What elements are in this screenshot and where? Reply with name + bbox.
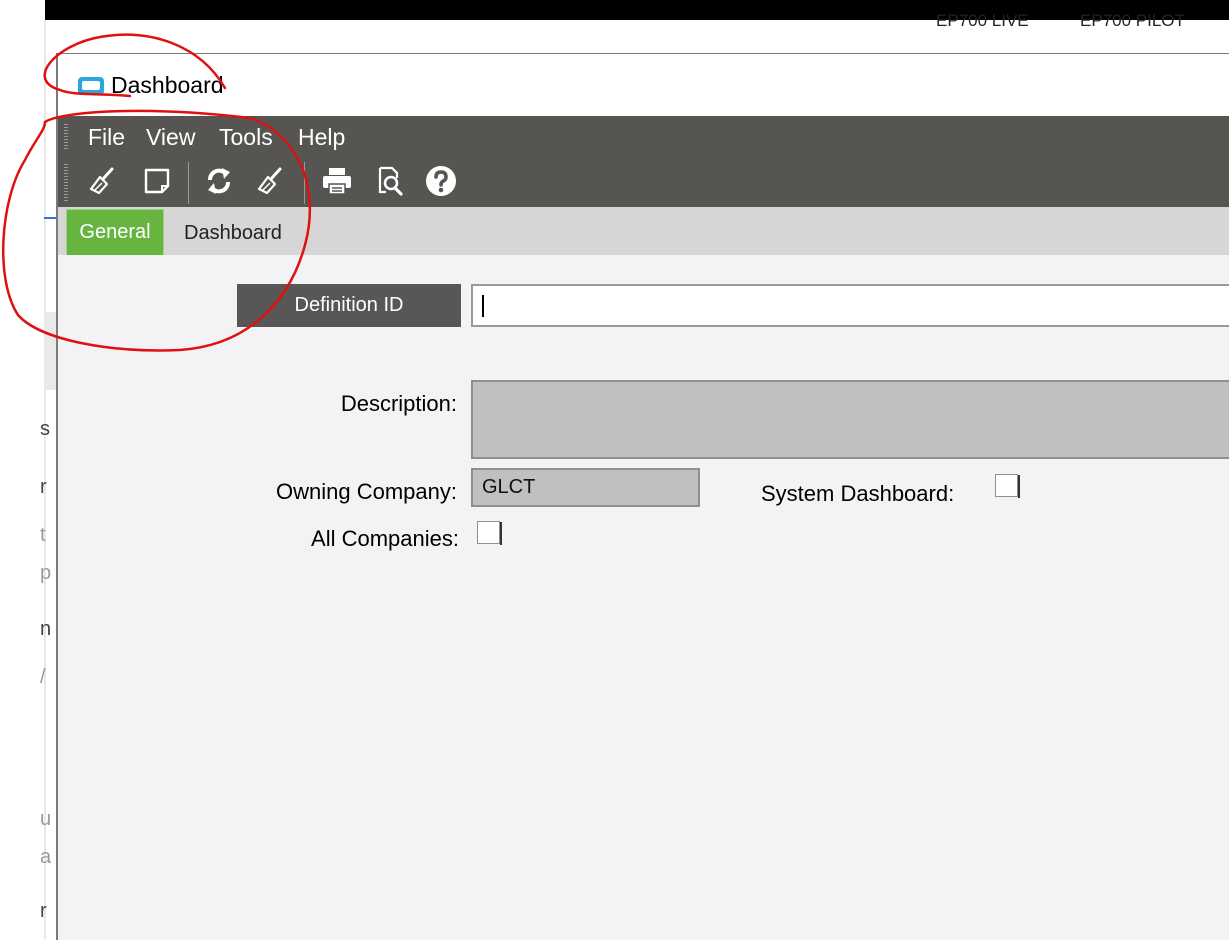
toolbar-separator [188, 162, 189, 204]
environment-tab-live[interactable]: EP700 LIVE [936, 12, 1029, 26]
print-preview-icon [378, 166, 403, 196]
all-companies-label: All Companies: [311, 526, 459, 551]
definition-id-input[interactable] [471, 284, 1229, 327]
background-text: u [40, 808, 52, 830]
refresh-icon [208, 168, 230, 194]
toolbar-grip-handle[interactable] [64, 164, 68, 202]
menu-bar: File View Tools Help [58, 116, 1229, 158]
owning-company-field: GLCT [471, 468, 700, 507]
owning-company-label: Owning Company: [276, 479, 457, 504]
tab-dashboard[interactable]: Dashboard [184, 222, 282, 245]
window-title: Dashboard [111, 72, 224, 98]
new-note-button[interactable] [140, 164, 174, 198]
clear-button[interactable] [86, 164, 120, 198]
system-dashboard-label: System Dashboard: [761, 481, 955, 506]
background-text: a [40, 846, 52, 868]
environment-tab-pilot[interactable]: EP700 PILOT [1080, 12, 1185, 26]
menu-file[interactable]: File [88, 124, 125, 151]
background-text: s [40, 418, 50, 440]
tab-general[interactable]: General [66, 209, 164, 255]
refresh-button[interactable] [202, 164, 236, 198]
background-page [0, 20, 57, 939]
text-caret [482, 295, 484, 317]
background-text: / [40, 666, 46, 688]
menu-view[interactable]: View [146, 124, 195, 151]
background-text: r [40, 476, 47, 498]
clear-all-icon [257, 167, 282, 195]
description-label: Description: [340, 391, 457, 416]
background-text: r [40, 900, 47, 922]
background-text: p [40, 562, 52, 584]
new-note-icon [144, 168, 170, 194]
tab-strip: General Dashboard [58, 207, 1229, 255]
system-dashboard-checkbox[interactable] [995, 474, 1020, 498]
menu-help[interactable]: Help [298, 124, 345, 151]
menu-tools[interactable]: Tools [219, 124, 273, 151]
help-icon [426, 166, 456, 196]
background-underline [44, 217, 56, 219]
print-button[interactable] [320, 164, 354, 198]
toolbar-area: File View Tools Help [58, 116, 1229, 207]
environment-tabs: EP700 LIVE EP700 PILOT [0, 12, 1229, 26]
all-companies-checkbox[interactable] [477, 521, 502, 545]
definition-id-lookup-button[interactable]: Definition ID [237, 284, 461, 327]
help-button[interactable] [424, 164, 458, 198]
menu-grip-handle[interactable] [64, 124, 68, 150]
print-preview-button[interactable] [372, 164, 406, 198]
print-icon [323, 168, 351, 195]
clear-icon [89, 167, 114, 195]
dashboard-window: Dashboard File View Tools Help General D… [56, 53, 1229, 940]
clear-all-button[interactable] [254, 164, 288, 198]
toolbar-separator [304, 162, 305, 204]
description-field [471, 380, 1229, 459]
window-titlebar[interactable]: Dashboard [58, 54, 1229, 116]
background-text: n [40, 618, 52, 640]
background-text: t [40, 524, 46, 546]
app-icon [78, 77, 104, 95]
icon-toolbar [58, 158, 1229, 207]
